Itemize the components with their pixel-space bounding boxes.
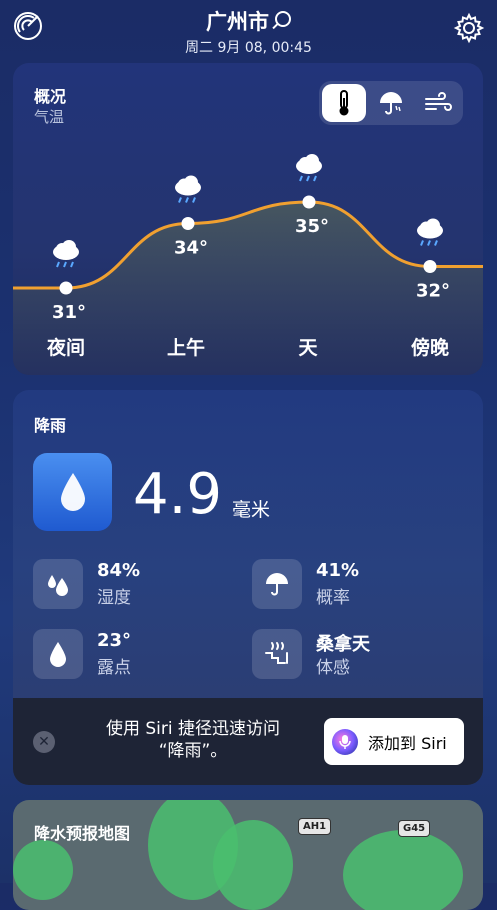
highway-shield: G45 [398, 820, 431, 837]
precip-unit: 毫米 [232, 499, 271, 521]
umbrella-icon [252, 559, 302, 609]
temp-label: 32° [416, 281, 450, 302]
precip-area [213, 820, 293, 910]
period-label: 上午 [166, 337, 205, 359]
city-name: 广州市 [206, 10, 269, 34]
microphone-icon [332, 728, 358, 755]
temp-point [423, 260, 437, 273]
temp-label: 35° [295, 216, 329, 237]
add-to-siri-button[interactable]: 添加到 Siri [324, 718, 464, 765]
highway-shield: AH1 [298, 818, 332, 835]
humidity-value: 84% [97, 560, 141, 581]
siri-shortcut-banner: ✕ 使用 Siri 捷径迅速访问 “降雨”。 添加到 Siri [13, 698, 483, 785]
siri-message: 使用 Siri 捷径迅速访问 “降雨”。 [73, 718, 313, 762]
temp-label: 34° [174, 238, 208, 259]
precip-area [343, 830, 463, 910]
add-to-siri-label: 添加到 Siri [368, 733, 447, 753]
gear-icon[interactable] [453, 12, 485, 44]
period-label: 天 [298, 337, 318, 359]
humidity-label: 湿度 [97, 588, 131, 608]
precip-map-card[interactable]: AH1 G45 降水预报地图 [13, 800, 483, 910]
feels-like-label: 体感 [316, 658, 350, 678]
dew-drop-icon [33, 629, 83, 679]
temperature-chart: 31° 34° 35° 32° [13, 154, 483, 375]
precip-value: 4.9 [133, 462, 223, 527]
rain-cloud-icon [53, 240, 79, 268]
overview-card: 概况 气温 31° 34° 35° 32° 夜间 上午 天 傍晚 [13, 63, 483, 375]
dewpoint-label: 露点 [97, 658, 131, 678]
siri-message-line1: 使用 Siri 捷径迅速访问 [105, 719, 281, 739]
period-label: 傍晚 [410, 337, 449, 359]
datetime: 周二 9月 08, 00:45 [185, 40, 312, 56]
precipitation-card: 降雨 4.9 毫米 84% 湿度 41% 概率 23° 露点 桑拿天 体感 ✕ … [13, 390, 483, 785]
dewpoint-value: 23° [97, 630, 132, 651]
temp-label: 31° [52, 302, 86, 323]
city-selector[interactable]: 广州市 [0, 6, 497, 36]
header: 广州市 周二 9月 08, 00:45 [0, 0, 497, 60]
rain-cloud-icon [175, 175, 201, 203]
precip-title: 降雨 [34, 416, 67, 435]
rain-cloud-icon [296, 154, 322, 182]
temp-point [181, 217, 195, 230]
humidity-drops-icon [33, 559, 83, 609]
probability-value: 41% [316, 560, 360, 581]
temp-point [59, 281, 73, 295]
search-icon [275, 11, 291, 27]
temp-point [302, 195, 316, 209]
raindrop-icon [33, 453, 112, 531]
siri-message-line2: “降雨”。 [158, 741, 228, 761]
probability-label: 概率 [316, 588, 350, 608]
precip-area [13, 840, 73, 900]
sauna-icon [252, 629, 302, 679]
map-title: 降水预报地图 [34, 824, 131, 843]
rain-cloud-icon [417, 218, 443, 246]
period-label: 夜间 [46, 337, 85, 359]
close-icon[interactable]: ✕ [33, 731, 55, 753]
